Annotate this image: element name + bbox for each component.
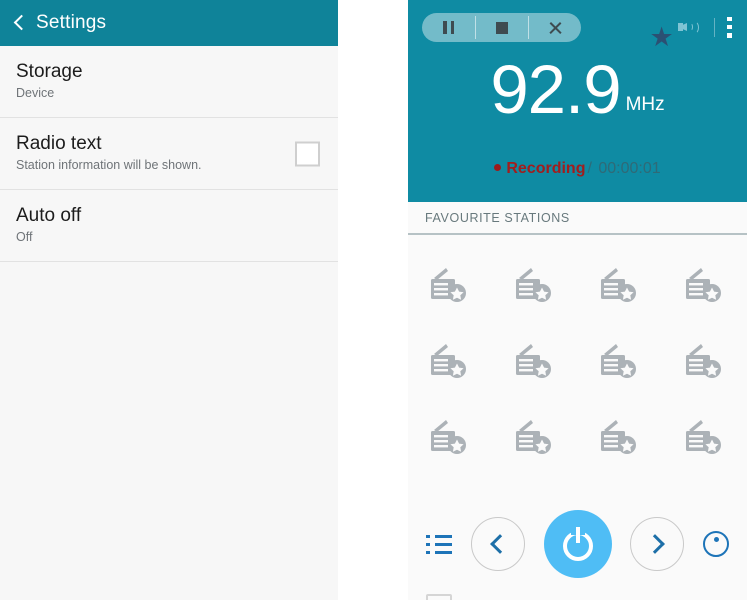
settings-row-storage[interactable]: Storage Device — [0, 46, 338, 118]
radio-add-favourite-icon — [600, 344, 636, 378]
recording-separator: / — [587, 160, 592, 177]
recording-status: Recording/ 00:00:01 — [408, 160, 747, 178]
favourite-slot[interactable] — [596, 339, 644, 383]
settings-row-subtitle: Station information will be shown. — [16, 158, 202, 172]
back-chevron-icon[interactable] — [9, 13, 29, 33]
pause-button[interactable] — [422, 13, 475, 42]
speaker-icon[interactable] — [678, 17, 702, 37]
close-button[interactable] — [528, 13, 581, 42]
radio-text-checkbox[interactable] — [295, 141, 320, 166]
favourite-slot[interactable] — [681, 263, 729, 307]
radio-add-favourite-icon — [600, 268, 636, 302]
radio-add-favourite-icon — [685, 420, 721, 454]
page-title: Settings — [36, 12, 107, 33]
frequency-display: 92.9 MHz — [408, 55, 747, 124]
favourite-slot[interactable] — [596, 415, 644, 459]
favourite-stations-header: FAVOURITE STATIONS — [408, 202, 747, 235]
favourite-slot[interactable] — [511, 339, 559, 383]
stop-icon — [495, 21, 508, 34]
radio-add-favourite-icon — [516, 268, 552, 302]
radio-add-favourite-icon — [431, 420, 467, 454]
record-dot-icon — [494, 164, 502, 171]
chevron-right-icon — [644, 534, 665, 554]
favourite-slot[interactable] — [681, 339, 729, 383]
previous-station-button[interactable] — [470, 517, 525, 571]
favourite-slot[interactable] — [681, 415, 729, 459]
radio-add-favourite-icon — [685, 268, 721, 302]
favourite-stations-title: FAVOURITE STATIONS — [425, 210, 570, 225]
power-button[interactable] — [543, 510, 612, 578]
frequency-unit: MHz — [625, 94, 665, 115]
settings-row-auto-off[interactable]: Auto off Off — [0, 190, 338, 262]
favourite-slot[interactable] — [511, 415, 559, 459]
settings-row-title: Radio text — [16, 133, 102, 154]
settings-row-radio-text[interactable]: Radio text Station information will be s… — [0, 118, 338, 190]
settings-list: Storage Device Radio text Station inform… — [0, 46, 338, 600]
panel-gap — [338, 0, 408, 600]
power-icon — [562, 526, 593, 561]
next-station-button[interactable] — [630, 517, 685, 571]
favourite-slot[interactable] — [511, 263, 559, 307]
clipped-bottom-row — [408, 588, 747, 600]
app-screenshot: Settings Storage Device Radio text Stati… — [0, 0, 747, 600]
recording-elapsed: 00:00:01 — [598, 160, 661, 177]
recording-label: Recording — [506, 160, 586, 177]
radio-add-favourite-icon — [431, 344, 467, 378]
radio-header: 92.9 MHz ★ Recording/ 00:00:01 — [408, 0, 747, 202]
favourite-stations-grid — [408, 235, 747, 491]
settings-row-title: Auto off — [16, 205, 82, 226]
pause-icon — [443, 21, 454, 34]
settings-row-subtitle: Device — [16, 86, 55, 100]
header-actions — [678, 12, 736, 42]
header-divider — [714, 17, 715, 37]
favourite-slot[interactable] — [426, 263, 474, 307]
favourite-slot[interactable] — [596, 263, 644, 307]
fm-radio-panel: 92.9 MHz ★ Recording/ 00:00:01 FAVOURITE… — [408, 0, 747, 600]
frequency-value: 92.9 — [490, 51, 621, 128]
favourite-slot[interactable] — [426, 415, 474, 459]
radio-add-favourite-icon — [431, 268, 467, 302]
clipped-thumbnail — [426, 594, 452, 600]
close-icon — [548, 21, 562, 35]
list-icon[interactable] — [426, 534, 452, 554]
radio-add-favourite-icon — [516, 420, 552, 454]
favourite-slot[interactable] — [426, 339, 474, 383]
settings-panel: Settings Storage Device Radio text Stati… — [0, 0, 338, 600]
settings-empty-space — [0, 262, 338, 600]
radio-add-favourite-icon — [600, 420, 636, 454]
settings-header: Settings — [0, 0, 338, 46]
chevron-left-icon — [490, 534, 511, 554]
stop-button[interactable] — [475, 13, 528, 42]
settings-row-subtitle: Off — [16, 230, 33, 244]
radio-add-favourite-icon — [685, 344, 721, 378]
recording-transport-bar — [422, 13, 581, 42]
star-icon[interactable]: ★ — [650, 24, 674, 51]
settings-row-title: Storage — [16, 61, 83, 82]
radio-bottom-controls — [408, 506, 747, 582]
more-vertical-icon[interactable] — [727, 16, 732, 38]
radio-add-favourite-icon — [516, 344, 552, 378]
timer-icon[interactable] — [703, 531, 729, 557]
